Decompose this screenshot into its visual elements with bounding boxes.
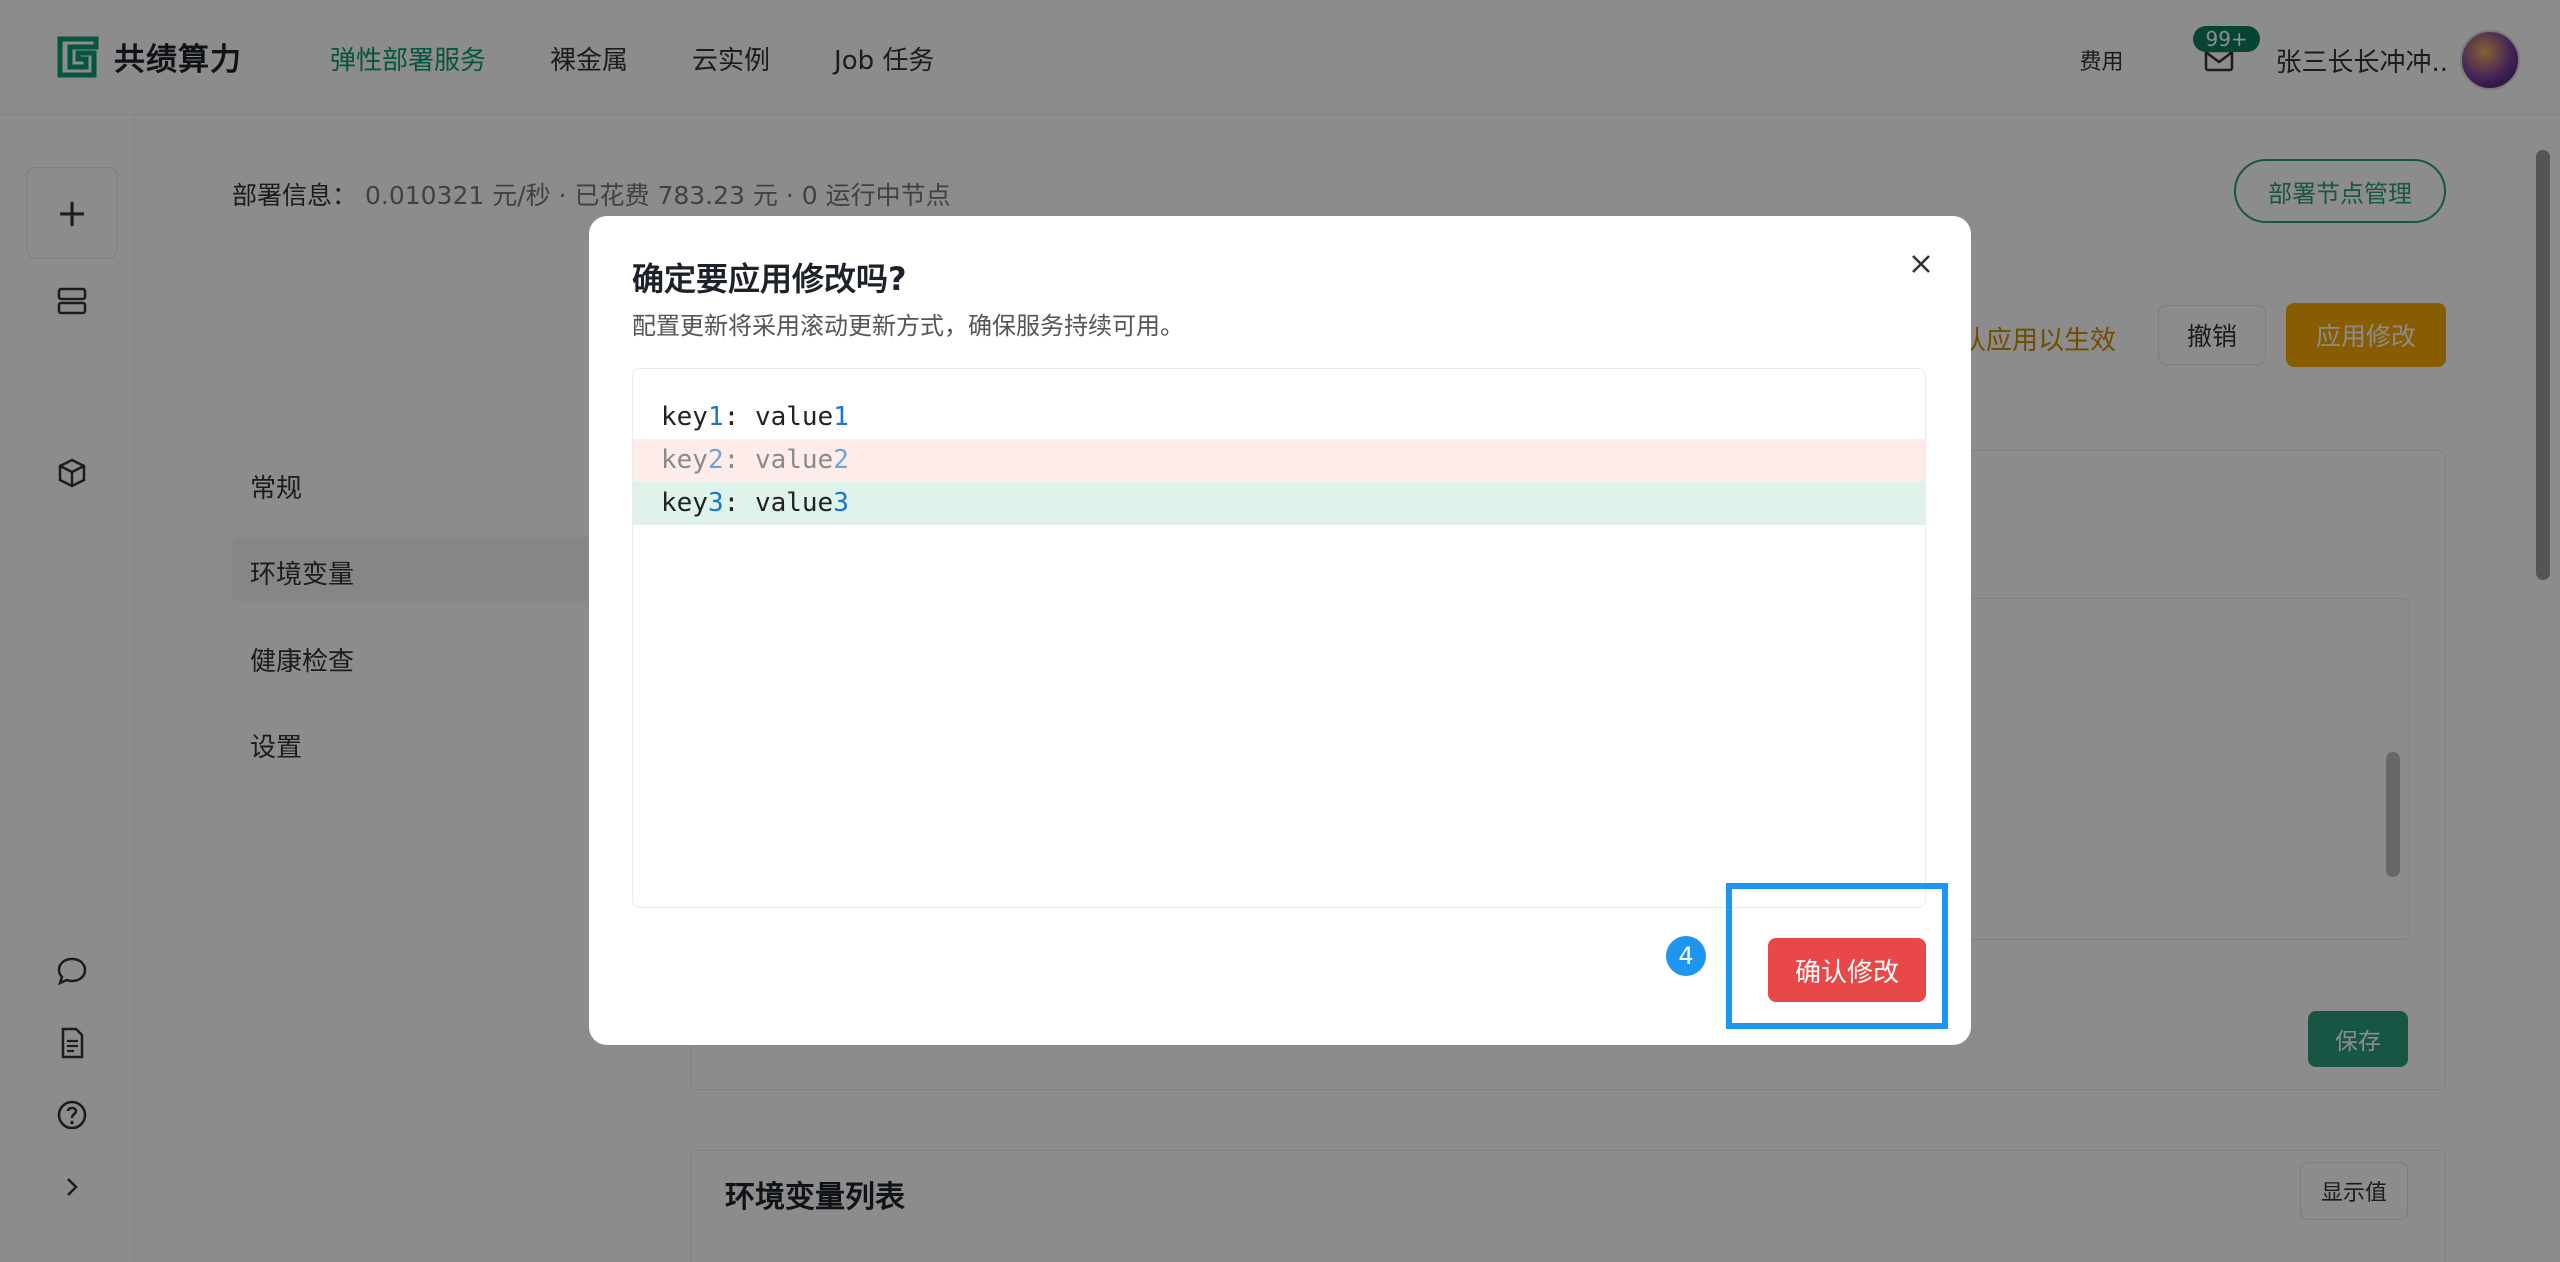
diff-viewer: key1: value1 key2: value2 key3: value3	[632, 368, 1926, 908]
diff-line-unchanged: key1: value1	[661, 402, 849, 432]
close-button[interactable]	[1901, 244, 1941, 284]
modal-subtitle: 配置更新将采用滚动更新方式，确保服务持续可用。	[632, 312, 1184, 340]
step-badge: 4	[1666, 936, 1706, 976]
diff-line-removed: key2: value2	[633, 439, 1925, 482]
close-icon	[1912, 255, 1930, 273]
modal-title: 确定要应用修改吗?	[632, 260, 907, 298]
diff-line-added: key3: value3	[633, 482, 1925, 525]
highlight-box	[1726, 883, 1948, 1029]
